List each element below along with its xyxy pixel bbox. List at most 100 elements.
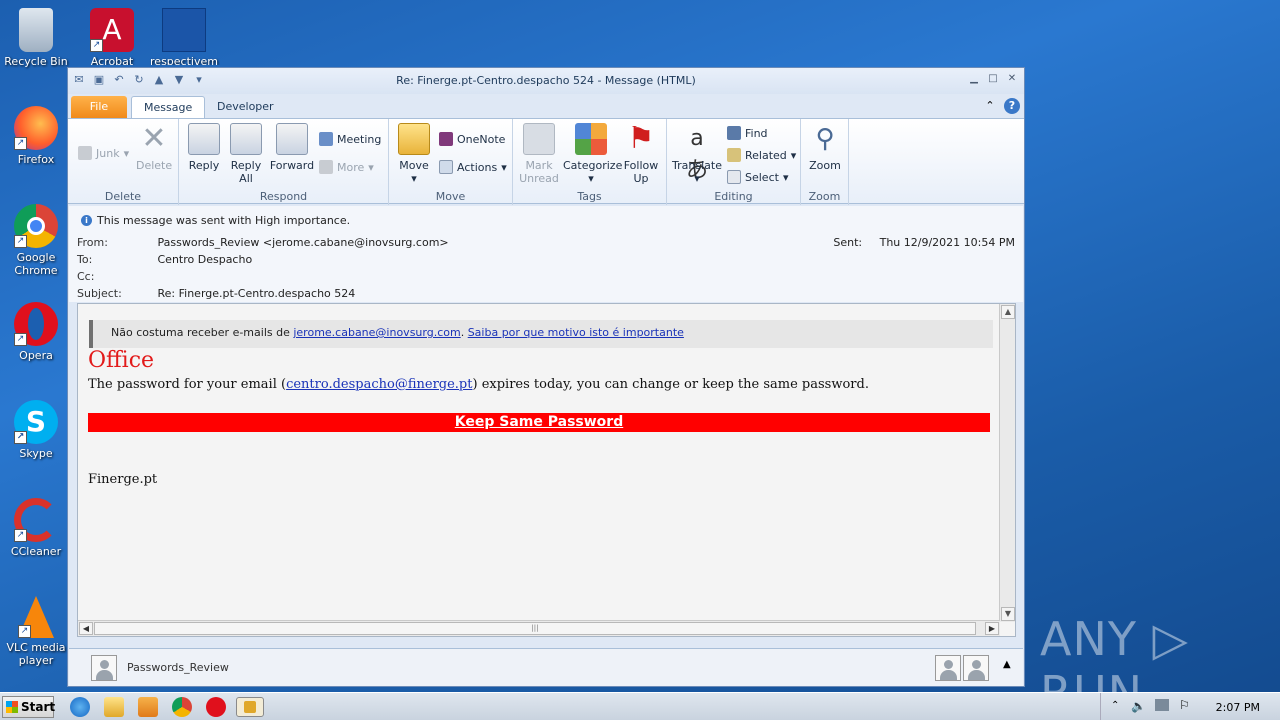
contact-avatar[interactable] [935,655,961,681]
group-label-editing: Editing [714,190,753,203]
contact-avatar[interactable] [963,655,989,681]
delete-icon: ✕ [141,121,167,156]
explorer-folder-icon[interactable] [104,697,124,717]
related-button[interactable]: Related ▾ [727,147,796,163]
action-center-flag-icon[interactable]: ⚐ [1179,698,1190,712]
reply-button[interactable]: Reply [187,123,221,172]
learn-why-link[interactable]: Saiba por que motivo isto é importante [468,326,684,339]
related-icon [727,148,741,162]
flag-icon: ⚑ [627,121,655,156]
firefox-icon: ↗ [14,106,58,150]
sent-value: Thu 12/9/2021 10:54 PM [879,236,1015,249]
desktop-icon-respectivem[interactable]: respectivem [148,8,220,65]
mark-unread-label: Mark Unread [519,159,559,185]
media-player-icon[interactable] [138,697,158,717]
show-hidden-icons-icon[interactable]: ⌃ [1111,700,1119,711]
desktop-icon-label: Skype [19,447,53,460]
forward-button[interactable]: Forward [269,123,315,172]
zoom-button[interactable]: ⚲ Zoom [807,123,843,172]
tab-message[interactable]: Message [131,96,206,118]
scroll-down-icon[interactable]: ▼ [1001,607,1015,621]
more-button[interactable]: More ▾ [319,159,374,175]
message-body: Não costuma receber e-mails de jerome.ca… [77,303,1016,637]
categorize-button[interactable]: Categorize ▾ [563,123,622,185]
tab-file[interactable]: File [71,96,127,118]
ribbon-group-editing: aあ Translate ▾ Find Related ▾ Select ▾ Ed… [667,119,801,205]
meeting-button[interactable]: Meeting [319,131,381,147]
start-button[interactable]: Start [2,696,55,718]
close-icon[interactable]: ✕ [1004,72,1020,86]
paragraph-end: ) expires today, you can change or keep … [472,377,869,392]
delete-button[interactable]: ✕ Delete [136,121,172,173]
mark-unread-button[interactable]: Mark Unread [517,123,561,185]
info-icon: i [81,215,92,226]
desktop-icon-opera[interactable]: ↗ Opera [0,302,72,362]
ribbon-group-zoom: ⚲ Zoom Zoom [801,119,849,205]
desktop-icon-acrobat[interactable]: A ↗ Acrobat [76,8,148,65]
actions-button[interactable]: Actions ▾ [439,159,507,175]
tab-developer[interactable]: Developer [205,96,286,118]
scroll-up-icon[interactable]: ▲ [1001,305,1015,319]
signature: Finerge.pt [88,472,158,487]
opera-taskbar-icon[interactable] [206,697,226,717]
clock[interactable]: 2:07 PM [1216,701,1260,714]
sender-link[interactable]: jerome.cabane@inovsurg.com [293,326,460,339]
desktop-icon-firefox[interactable]: ↗ Firefox [0,106,72,166]
categorize-icon [575,123,607,155]
expand-people-pane-icon[interactable]: ▲ [1003,659,1011,670]
vertical-scrollbar[interactable]: ▲ ▼ [999,304,1015,622]
outlook-taskbar-icon[interactable] [236,697,264,717]
volume-icon[interactable]: 🔈 [1131,699,1146,713]
minimize-ribbon-icon[interactable]: ⌃ [982,98,998,114]
onenote-button[interactable]: OneNote [439,131,505,147]
people-pane-name[interactable]: Passwords_Review [127,661,229,674]
mark-unread-icon [523,123,555,155]
desktop-icon-label: respectivem [150,55,218,65]
subject-value: Re: Finerge.pt-Centro.despacho 524 [157,287,356,300]
sender-avatar[interactable] [91,655,117,681]
meeting-icon [319,132,333,146]
reply-all-icon [230,123,262,155]
minimize-icon[interactable]: ▁ [966,72,982,86]
find-button[interactable]: Find [727,125,768,141]
select-button[interactable]: Select ▾ [727,169,788,185]
follow-up-button[interactable]: ⚑ Follow Up [621,121,661,186]
cc-label: Cc: [77,270,95,283]
desktop-icon-skype[interactable]: S ↗ Skype [0,400,72,460]
horizontal-scrollbar[interactable]: ◀ ||| ▶ [78,620,1000,636]
keep-password-label: Keep Same Password [454,414,624,430]
translate-icon: aあ [685,126,708,183]
junk-button[interactable]: Junk ▾ [78,145,129,161]
translate-button[interactable]: aあ Translate ▾ [671,123,723,185]
ribbon-group-delete: Junk ▾ ✕ Delete Delete [68,119,179,205]
subject-label: Subject: [77,287,122,300]
desktop-icon-chrome[interactable]: ↗ Google Chrome [0,204,72,277]
keep-password-button[interactable]: Keep Same Password [88,413,990,432]
maximize-icon[interactable]: □ [985,72,1001,86]
scroll-right-icon[interactable]: ▶ [985,622,999,635]
move-label: Move [399,159,429,172]
desktop-icon-ccleaner[interactable]: ↗ CCleaner [0,498,72,558]
help-icon[interactable]: ? [1004,98,1020,114]
move-button[interactable]: Move ▾ [397,123,431,185]
office-heading: Office [88,348,155,373]
network-icon[interactable] [1155,699,1169,711]
scroll-left-icon[interactable]: ◀ [79,622,93,635]
system-tray: ⌃ 🔈 ⚐ 2:07 PM [1100,693,1280,720]
from-value[interactable]: Passwords_Review <jerome.cabane@inovsurg… [158,236,449,249]
desktop-icon-vlc[interactable]: ↗ VLC media player [0,596,72,667]
paragraph-start: The password for your email ( [88,377,287,392]
desktop-icon-label: Acrobat [90,55,134,65]
horizontal-scroll-thumb[interactable]: ||| [94,622,976,635]
desktop-icon-recycle-bin[interactable]: Recycle Bin [0,8,72,68]
banner-text: Não costuma receber e-mails de [111,326,294,339]
folder-icon [398,123,430,155]
internet-explorer-icon[interactable] [70,697,90,717]
to-value[interactable]: Centro Despacho [158,253,253,266]
desktop-icon-label: Google Chrome [14,251,58,277]
reply-all-button[interactable]: Reply All [229,123,263,185]
chrome-taskbar-icon[interactable] [172,697,192,717]
email-link[interactable]: centro.despacho@finerge.pt [286,377,472,392]
select-label: Select [745,170,779,184]
window-title: Re: Finerge.pt-Centro.despacho 524 - Mes… [396,74,696,87]
